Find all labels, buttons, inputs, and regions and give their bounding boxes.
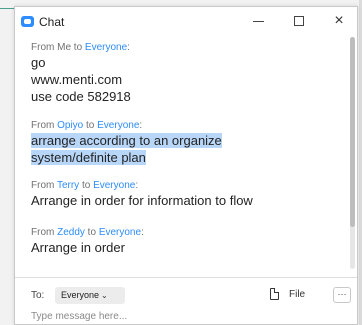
recipient-select[interactable]: Everyone ⌄ (55, 287, 125, 304)
message-line: use code 582918 (31, 89, 131, 104)
message-header: From Me to Everyone: (31, 42, 130, 53)
message-line: arrange according to an organize (31, 132, 222, 149)
close-button[interactable]: × (329, 12, 349, 30)
chevron-down-icon: ⌄ (101, 291, 108, 300)
message-line: www.menti.com (31, 72, 123, 87)
file-icon[interactable] (270, 288, 279, 300)
title-bar: Chat × (15, 7, 357, 35)
minimize-button[interactable] (249, 12, 269, 30)
message-list: From Me to Everyone: go www.menti.com us… (15, 37, 345, 273)
chat-message: From Terry to Everyone: Arrange in order… (31, 179, 253, 209)
message-header: From Zeddy to Everyone: (31, 227, 144, 238)
message-line: system/definite plan (31, 149, 222, 166)
more-icon: ··· (337, 289, 347, 299)
close-icon: × (334, 12, 344, 29)
recipient-name: Everyone (84, 42, 128, 53)
selected-text[interactable]: system/definite plan (31, 150, 146, 165)
sender-name: Opiyo (57, 120, 84, 131)
more-button[interactable]: ··· (333, 287, 351, 303)
message-line: Arrange in order (31, 240, 125, 255)
scrollbar-thumb[interactable] (350, 37, 355, 227)
sender-name: Terry (56, 180, 80, 191)
chat-message: From Me to Everyone: go www.menti.com us… (31, 41, 131, 105)
recipient-name: Everyone (97, 120, 140, 131)
recipient-name: Everyone (98, 227, 142, 238)
file-button[interactable]: File (289, 289, 305, 300)
selected-text[interactable]: arrange according to an organize (31, 133, 222, 148)
recipient-select-value: Everyone (61, 290, 100, 300)
window-title: Chat (39, 15, 65, 29)
to-label: To: (31, 290, 45, 301)
chat-message: From Opiyo to Everyone: arrange accordin… (31, 119, 222, 166)
message-line: go (31, 55, 46, 70)
chat-window: Chat × From Me to Everyone: go www.menti… (14, 6, 358, 325)
chat-message: From Zeddy to Everyone: Arrange in order (31, 226, 144, 256)
message-header: From Opiyo to Everyone: (31, 120, 143, 131)
sender-name: Me (57, 42, 72, 53)
message-header: From Terry to Everyone: (31, 180, 139, 191)
sender-name: Zeddy (57, 227, 85, 238)
scrollbar[interactable] (350, 37, 355, 269)
recipient-name: Everyone (93, 180, 136, 191)
message-line: Arrange in order for information to flow (31, 193, 253, 208)
divider (15, 277, 357, 278)
message-input[interactable] (29, 308, 343, 324)
recipient-row: To: Everyone ⌄ File ··· (15, 285, 357, 307)
maximize-button[interactable] (289, 12, 309, 30)
chat-bubble-icon (21, 16, 34, 27)
